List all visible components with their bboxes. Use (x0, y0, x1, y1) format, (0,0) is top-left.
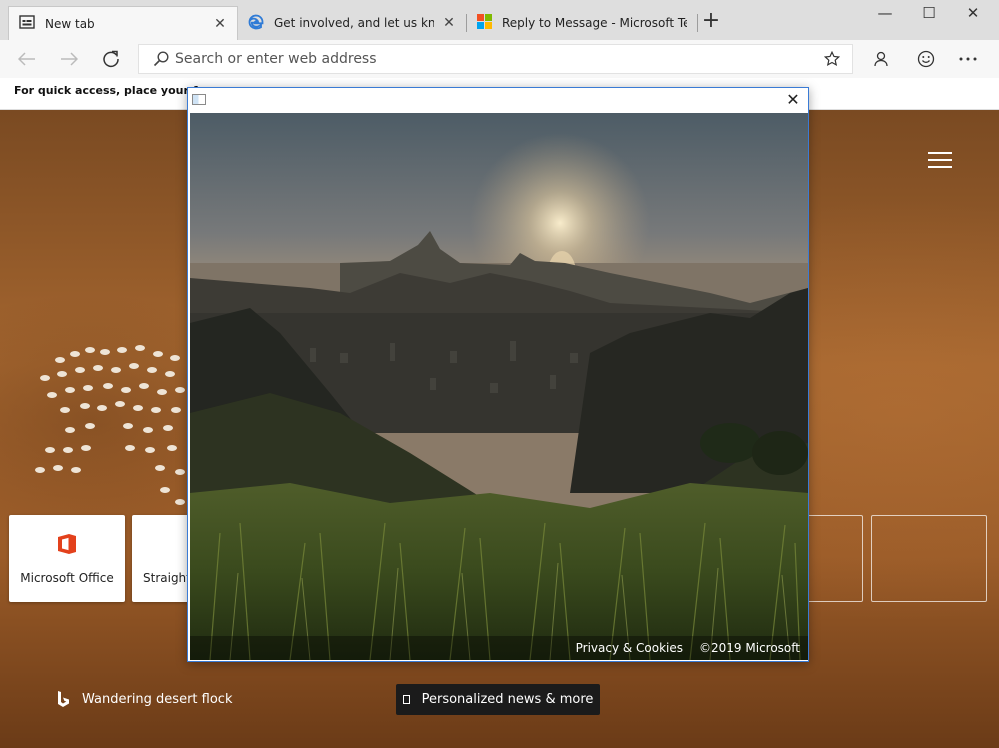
desert-flock-image (35, 345, 185, 505)
popup-title-bar[interactable]: ✕ (188, 88, 808, 112)
address-bar[interactable] (138, 44, 853, 74)
news-button-label: Personalized news & more (421, 692, 594, 707)
person-icon (874, 51, 888, 67)
tab-title: Reply to Message - Microsoft Te (502, 16, 687, 30)
page-settings-menu-icon[interactable] (928, 152, 952, 170)
tab-close-icon[interactable]: ✕ (213, 16, 227, 32)
favorite-star-icon[interactable] (824, 51, 840, 67)
close-window-button[interactable]: ✕ (950, 0, 996, 28)
feedback-button[interactable] (911, 45, 941, 73)
tab-separator (697, 14, 698, 32)
back-button[interactable] (12, 45, 42, 73)
top-site-empty[interactable] (871, 515, 987, 602)
refresh-icon (103, 50, 119, 68)
popup-footer: Privacy & Cookies ©2019 Microsoft (190, 636, 808, 660)
tab-strip: New tab ✕ Get involved, and let us know … (0, 0, 999, 40)
profile-button[interactable] (866, 45, 896, 73)
image-credit[interactable]: Wandering desert flock (56, 690, 232, 708)
top-site-empty[interactable] (806, 515, 863, 602)
privacy-cookies-link[interactable]: Privacy & Cookies (576, 641, 683, 655)
image-popup-window: ✕ Privacy & Cookies ©2019 Microsoft (187, 87, 809, 662)
tab-new-tab[interactable]: New tab ✕ (8, 6, 238, 40)
plus-icon: + (701, 8, 721, 33)
forward-button[interactable] (54, 45, 84, 73)
navigation-toolbar (0, 40, 999, 78)
search-icon (153, 51, 169, 67)
popup-close-button[interactable]: ✕ (784, 91, 802, 109)
image-credit-text: Wandering desert flock (82, 691, 233, 707)
smiley-icon (917, 50, 935, 68)
bing-logo-icon (58, 691, 69, 707)
personalized-news-button[interactable]: Personalized news & more (396, 684, 600, 715)
forward-arrow-icon (61, 52, 78, 66)
office-logo-icon (9, 533, 125, 555)
app-window-icon (192, 94, 206, 105)
tab-reply-to-message[interactable]: Reply to Message - Microsoft Te (467, 6, 697, 40)
address-input[interactable] (169, 51, 824, 67)
news-square-icon (402, 695, 410, 704)
tab-title: New tab (45, 16, 95, 31)
copyright-text: ©2019 Microsoft (699, 641, 800, 655)
minimize-button[interactable]: — (862, 0, 908, 28)
newtab-page-icon (19, 15, 35, 32)
tab-title: Get involved, and let us know wh (274, 16, 434, 30)
microsoft-logo-icon (477, 14, 492, 32)
ellipsis-icon (959, 57, 977, 61)
refresh-button[interactable] (96, 45, 126, 73)
tile-label: Microsoft Office (20, 571, 114, 585)
tab-close-icon[interactable]: ✕ (442, 15, 456, 31)
landscape-photo: Privacy & Cookies ©2019 Microsoft (190, 113, 808, 660)
maximize-button[interactable]: ☐ (906, 0, 952, 28)
new-tab-button[interactable]: + (700, 8, 722, 36)
sunset-landscape-image (190, 113, 808, 660)
tab-get-involved[interactable]: Get involved, and let us know wh ✕ (238, 6, 466, 40)
top-site-microsoft-office[interactable]: Microsoft Office (9, 515, 125, 602)
back-arrow-icon (18, 52, 35, 66)
edge-logo-icon (248, 14, 264, 33)
settings-more-button[interactable] (953, 45, 983, 73)
